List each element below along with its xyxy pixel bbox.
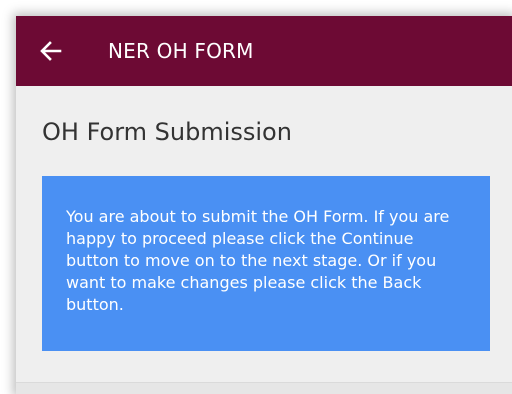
info-message-text: You are about to submit the OH Form. If … <box>66 207 450 314</box>
page-title: OH Form Submission <box>42 118 292 146</box>
app-title: NER OH FORM <box>108 39 254 63</box>
bottom-divider <box>16 382 512 394</box>
info-message-box: You are about to submit the OH Form. If … <box>42 176 490 351</box>
app-screen: NER OH FORM OH Form Submission You are a… <box>16 16 512 394</box>
back-arrow-icon[interactable] <box>38 38 64 64</box>
app-bar: NER OH FORM <box>16 16 512 86</box>
